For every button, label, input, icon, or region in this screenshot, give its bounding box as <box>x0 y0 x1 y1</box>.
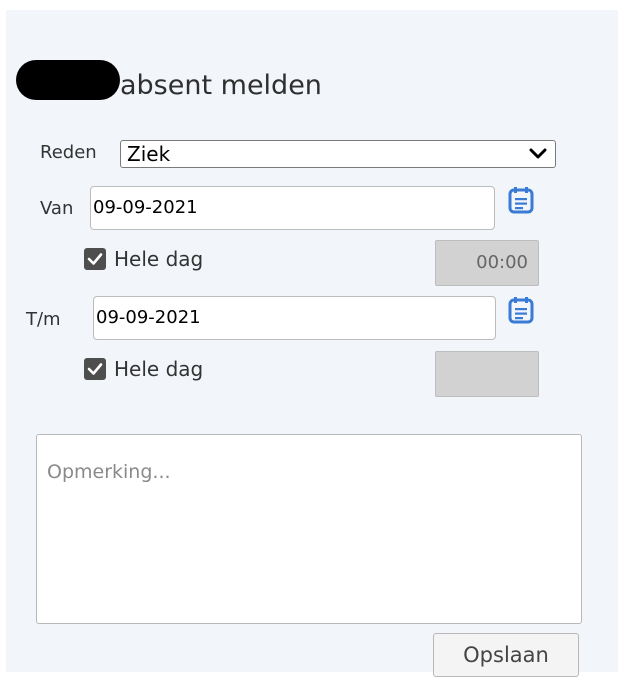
remark-placeholder: Opmerking... <box>47 461 171 483</box>
redacted-name <box>16 60 120 100</box>
from-label: Van <box>40 198 74 219</box>
save-button[interactable]: Opslaan <box>433 633 579 677</box>
from-whole-day-label: Hele dag <box>114 247 204 271</box>
to-time-field <box>435 351 539 397</box>
from-time-field: 00:00 <box>435 240 539 286</box>
check-icon <box>84 248 106 270</box>
form-title: absent melden <box>120 70 322 101</box>
reason-select-value: Ziek <box>127 142 171 166</box>
to-whole-day-checkbox[interactable]: Hele dag <box>84 357 203 381</box>
reason-select[interactable]: Ziek <box>120 140 556 168</box>
to-whole-day-label: Hele dag <box>114 357 204 381</box>
reason-label: Reden <box>40 142 97 163</box>
chevron-down-icon <box>529 148 547 159</box>
remark-textarea[interactable]: Opmerking... <box>36 434 582 624</box>
calendar-icon[interactable] <box>508 186 534 214</box>
check-icon <box>84 358 106 380</box>
to-date-input[interactable]: 09-09-2021 <box>93 296 496 340</box>
calendar-icon[interactable] <box>508 296 534 324</box>
from-date-input[interactable]: 09-09-2021 <box>90 186 495 230</box>
to-label: T/m <box>26 309 61 330</box>
from-whole-day-checkbox[interactable]: Hele dag <box>84 247 203 271</box>
